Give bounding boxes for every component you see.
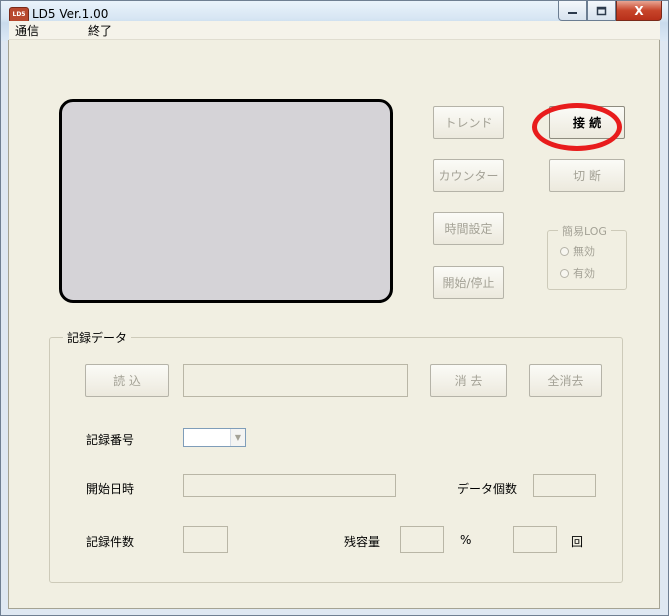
menu-bar: 通信 終了 [9,21,660,40]
radio-label-disabled: 無効 [573,245,595,258]
record-data-title: 記録データ [63,329,132,346]
remaining-capacity-label: 残容量 [344,535,381,549]
start-datetime-field[interactable] [183,474,396,497]
times-field[interactable] [513,526,557,553]
radio-enabled-option[interactable]: 有効 [560,265,595,281]
time-setting-button[interactable]: 時間設定 [433,212,504,245]
menu-communication[interactable]: 通信 [15,22,39,39]
maximize-button[interactable] [587,1,616,21]
record-number-select[interactable]: ▼ [183,428,246,447]
delete-all-button[interactable]: 全消去 [529,364,602,397]
radio-icon [560,268,569,278]
start-datetime-label: 開始日時 [86,482,135,496]
times-unit: 回 [571,535,584,549]
simple-log-title: 簡易LOG [558,223,611,239]
trend-button[interactable]: トレンド [433,106,504,139]
counter-button[interactable]: カウンター [433,159,504,192]
chevron-down-icon: ▼ [230,429,245,446]
data-count-label: データ個数 [457,482,518,496]
minimize-button[interactable] [558,1,587,21]
read-button[interactable]: 読 込 [85,364,169,397]
remaining-capacity-field[interactable] [400,526,444,553]
menu-exit[interactable]: 終了 [88,22,112,39]
percent-unit: % [460,533,472,547]
window-controls: X [558,1,662,23]
record-count-field[interactable] [183,526,228,553]
close-button[interactable]: X [616,1,662,21]
window-title: LD5 Ver.1.00 [32,7,109,21]
radio-icon [560,246,569,256]
radio-label-enabled: 有効 [573,267,595,280]
close-icon: X [634,3,644,18]
simple-log-group: 簡易LOG 無効 有効 [547,223,627,290]
record-count-label: 記録件数 [86,535,135,549]
maximize-icon [596,6,607,15]
display-panel [59,99,393,303]
record-info-field [183,364,408,397]
connect-button[interactable]: 接 続 [549,106,625,139]
radio-disabled-option[interactable]: 無効 [560,243,595,259]
start-stop-button[interactable]: 開始/停止 [433,266,504,299]
record-number-label: 記録番号 [86,433,135,447]
client-area: トレンド カウンター 時間設定 開始/停止 接 続 切 断 簡易LOG 無効 有… [8,40,660,609]
minimize-icon [568,12,577,14]
disconnect-button[interactable]: 切 断 [549,159,625,192]
data-count-field[interactable] [533,474,596,497]
delete-button[interactable]: 消 去 [430,364,507,397]
